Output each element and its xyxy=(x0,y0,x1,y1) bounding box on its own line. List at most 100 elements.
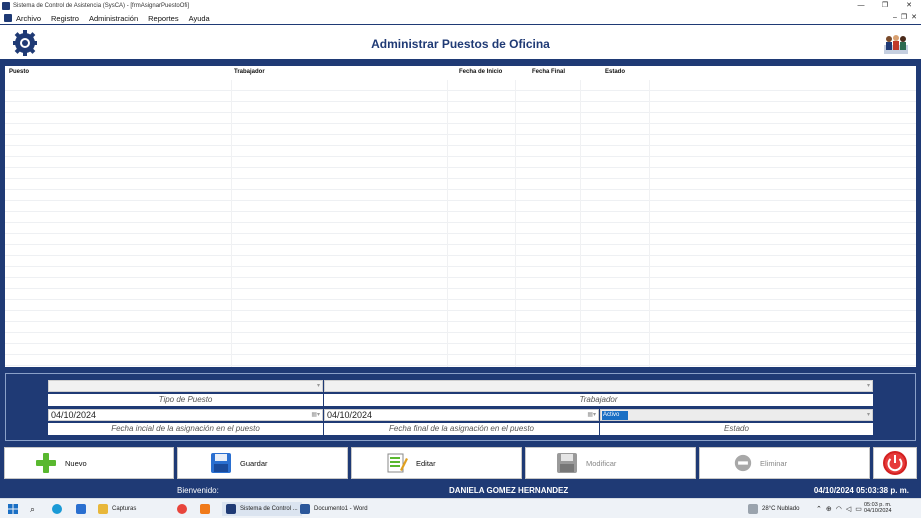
edge-icon xyxy=(52,504,62,514)
menu-administracion[interactable]: Administración xyxy=(89,14,138,23)
app-icon xyxy=(2,2,10,10)
chevron-down-icon[interactable]: ▾ xyxy=(317,381,320,392)
chrome-taskbar-button[interactable] xyxy=(177,502,191,516)
window-title: Sistema de Control de Asistencia (SysCA)… xyxy=(13,3,190,9)
chevron-down-icon[interactable]: ▾ xyxy=(867,381,870,392)
windows-logo-icon xyxy=(8,504,18,514)
xampp-icon xyxy=(200,504,210,514)
mdi-child-icon[interactable] xyxy=(4,14,12,22)
editar-button[interactable]: Editar xyxy=(351,447,522,479)
clock[interactable]: 05:03 p. m. 04/10/2024 xyxy=(864,502,892,516)
fecha-inicio-picker[interactable]: 04/10/2024 ▦▾ xyxy=(48,409,323,421)
window-controls: — ❐ ✕ xyxy=(849,0,921,12)
guardar-label: Guardar xyxy=(240,458,268,468)
app-icon xyxy=(226,504,236,514)
eliminar-button[interactable]: Eliminar xyxy=(699,447,870,479)
column-divider xyxy=(447,80,448,367)
mdi-restore-button[interactable]: ❐ xyxy=(901,12,907,24)
fecha-inicio-caption: Fecha incial de la asignación en el pues… xyxy=(48,423,323,435)
edge-taskbar-button[interactable] xyxy=(52,502,66,516)
nuevo-label: Nuevo xyxy=(65,458,87,468)
minimize-button[interactable]: — xyxy=(849,0,873,12)
trabajador-combo[interactable]: ▾ xyxy=(324,380,873,392)
sysca-task-label: Sistema de Control ... xyxy=(240,506,298,512)
clock-date: 04/10/2024 xyxy=(864,508,892,514)
menu-reportes[interactable]: Reportes xyxy=(148,14,178,23)
floppy-disk-disabled-icon xyxy=(557,453,577,473)
column-divider xyxy=(231,80,232,367)
menu-ayuda[interactable]: Ayuda xyxy=(189,14,210,23)
tipo-puesto-caption: Tipo de Puesto xyxy=(48,394,323,406)
assignments-grid[interactable]: Puesto Trabajador Fecha de Inicio Fecha … xyxy=(5,66,916,367)
form-panel: ▾ ▾ Tipo de Puesto Trabajador 04/10/2024… xyxy=(0,370,921,444)
fecha-inicio-value: 04/10/2024 xyxy=(51,410,97,420)
grid-header: Puesto Trabajador Fecha de Inicio Fecha … xyxy=(5,66,916,80)
speaker-icon[interactable]: ◁ xyxy=(846,505,851,513)
column-header-puesto[interactable]: Puesto xyxy=(9,69,29,75)
mdi-close-button[interactable]: ✕ xyxy=(911,12,917,24)
sysca-taskbar-button[interactable]: Sistema de Control ... xyxy=(222,502,302,516)
column-header-estado[interactable]: Estado xyxy=(605,69,625,75)
word-task-label: Documento1 - Word xyxy=(314,506,368,512)
weather-widget[interactable]: 28°C Nublado xyxy=(748,502,799,516)
menu-registro[interactable]: Registro xyxy=(51,14,79,23)
modificar-label: Modificar xyxy=(586,458,617,468)
battery-icon[interactable]: ▭ xyxy=(855,505,862,513)
tipo-puesto-combo[interactable]: ▾ xyxy=(48,380,323,392)
column-header-fecha-inicio[interactable]: Fecha de Inicio xyxy=(459,69,502,75)
fecha-final-caption: Fecha final de la asignación en el puest… xyxy=(324,423,599,435)
chevron-down-icon[interactable]: ▾ xyxy=(867,410,870,421)
nuevo-button[interactable]: Nuevo xyxy=(4,447,174,479)
search-icon: ⌕ xyxy=(30,503,36,514)
grid-body[interactable] xyxy=(5,80,916,367)
menu-bar: Archivo Registro Administración Reportes… xyxy=(0,12,921,24)
chrome-icon xyxy=(177,504,187,514)
column-divider xyxy=(580,80,581,367)
plus-icon xyxy=(36,453,56,473)
status-bar: Bienvenido: DANIELA GOMEZ HERNANDEZ 04/1… xyxy=(0,482,921,498)
exit-button[interactable] xyxy=(873,447,917,479)
network-icon[interactable]: ⊕ xyxy=(826,505,832,513)
close-button[interactable]: ✕ xyxy=(897,0,921,12)
xampp-taskbar-button[interactable] xyxy=(200,502,214,516)
guardar-button[interactable]: Guardar xyxy=(177,447,348,479)
form-header: Administrar Puestos de Oficina xyxy=(0,24,921,62)
word-icon xyxy=(300,504,310,514)
eliminar-label: Eliminar xyxy=(760,458,788,468)
calendar-dropdown-icon[interactable]: ▦▾ xyxy=(587,410,596,421)
grid-panel: Puesto Trabajador Fecha de Inicio Fecha … xyxy=(0,62,921,370)
capturas-label: Capturas xyxy=(112,506,137,512)
power-icon xyxy=(883,451,907,475)
word-taskbar-button[interactable]: Documento1 - Word xyxy=(300,502,368,516)
column-header-trabajador[interactable]: Trabajador xyxy=(234,69,265,75)
system-tray[interactable]: ⌃ ⊕ ◠ ◁ ▭ xyxy=(816,502,862,516)
fecha-final-value: 04/10/2024 xyxy=(327,410,373,420)
search-taskbar-button[interactable]: ⌕ xyxy=(30,502,35,516)
column-header-fecha-final[interactable]: Fecha Final xyxy=(532,69,565,75)
menu-archivo[interactable]: Archivo xyxy=(16,14,41,23)
estado-caption: Estado xyxy=(600,423,873,435)
estado-combo[interactable]: Activo ▾ xyxy=(600,409,873,421)
fecha-final-picker[interactable]: 04/10/2024 ▦▾ xyxy=(324,409,599,421)
current-user: DANIELA GOMEZ HERNANDEZ xyxy=(449,486,569,495)
mail-taskbar-button[interactable] xyxy=(76,502,90,516)
chevron-up-icon[interactable]: ⌃ xyxy=(816,505,822,513)
current-datetime: 04/10/2024 05:03:38 p. m. xyxy=(813,486,909,495)
column-divider xyxy=(515,80,516,367)
app-window: Sistema de Control de Asistencia (SysCA)… xyxy=(0,0,921,518)
capturas-taskbar-button[interactable]: Capturas xyxy=(98,502,136,516)
wifi-icon[interactable]: ◠ xyxy=(836,505,842,513)
title-bar: Sistema de Control de Asistencia (SysCA)… xyxy=(0,0,921,12)
button-bar: Nuevo Guardar Editar Modificar Eliminar xyxy=(0,444,921,482)
cloud-icon xyxy=(748,504,758,514)
trabajador-caption: Trabajador xyxy=(324,394,873,406)
start-button[interactable] xyxy=(8,502,18,516)
mdi-minimize-button[interactable]: – xyxy=(893,12,897,24)
calendar-dropdown-icon[interactable]: ▦▾ xyxy=(311,410,320,421)
office-staff-icon xyxy=(884,35,908,54)
estado-selected-value: Activo xyxy=(602,411,628,420)
mdi-controls: – ❐ ✕ xyxy=(893,12,917,24)
restore-button[interactable]: ❐ xyxy=(873,0,897,12)
edit-document-icon xyxy=(387,453,408,473)
modificar-button[interactable]: Modificar xyxy=(525,447,696,479)
